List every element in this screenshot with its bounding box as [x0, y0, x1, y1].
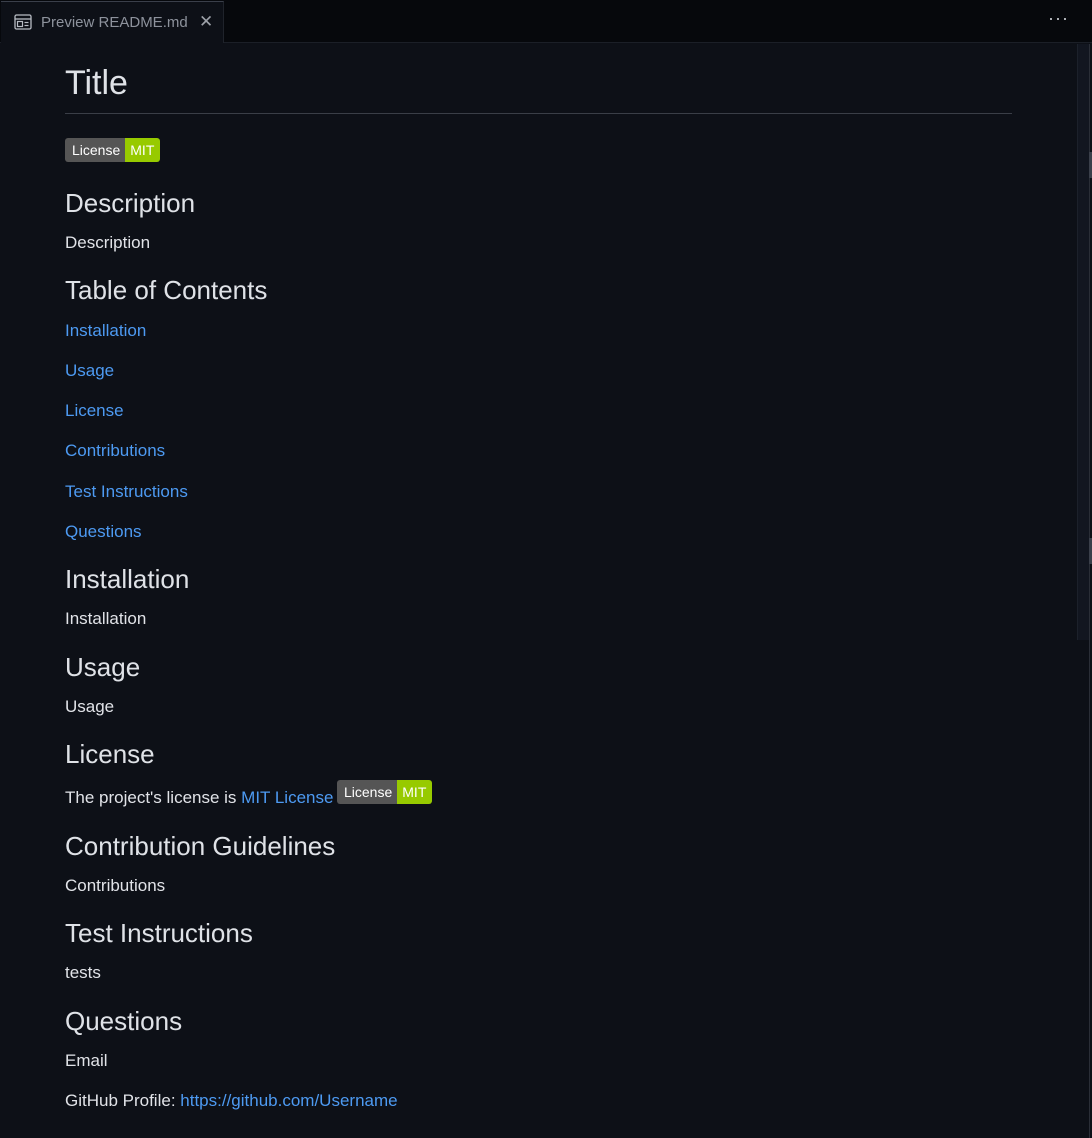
heading-questions: Questions — [65, 1006, 183, 1036]
scrollbar-thumb[interactable] — [1077, 44, 1089, 640]
email-text: Email — [65, 1051, 108, 1070]
toc-link-usage[interactable]: Usage — [65, 361, 114, 381]
heading-test-instructions: Test Instructions — [65, 918, 253, 948]
github-profile-link[interactable]: https://github.com/Username — [180, 1091, 397, 1110]
badge-value: MIT — [125, 138, 161, 162]
badge-label: License — [65, 138, 126, 162]
github-profile-text: GitHub Profile: https://github.com/Usern… — [65, 1091, 398, 1111]
toc-link-contributions[interactable]: Contributions — [65, 441, 165, 461]
heading-contribution-guidelines: Contribution Guidelines — [65, 831, 336, 861]
installation-text: Installation — [65, 609, 147, 628]
toc-link-license[interactable]: License — [65, 401, 124, 421]
tab-bar: Preview README.md ✕ ··· — [0, 0, 1092, 43]
badge-value: MIT — [397, 780, 433, 804]
toc-link-installation[interactable]: Installation — [65, 321, 146, 341]
heading-license: License — [65, 739, 155, 769]
toc-link-test-instructions[interactable]: Test Instructions — [65, 482, 188, 502]
heading-toc: Table of Contents — [65, 275, 268, 305]
toc-link-questions[interactable]: Questions — [65, 522, 142, 542]
tab-preview-readme[interactable]: Preview README.md ✕ — [1, 1, 224, 43]
mit-license-link[interactable]: MIT License — [241, 788, 333, 807]
license-badge-inline: License MIT — [337, 780, 433, 804]
heading-usage: Usage — [65, 652, 141, 682]
editor-border — [1089, 44, 1090, 1138]
more-actions-icon[interactable]: ··· — [1048, 8, 1069, 29]
usage-text: Usage — [65, 697, 115, 716]
license-prefix: The project's license is — [65, 788, 242, 807]
license-text: The project's license is MIT License — [65, 788, 333, 808]
preview-icon — [14, 14, 32, 30]
contributions-text: Contributions — [65, 876, 166, 895]
close-icon[interactable]: ✕ — [199, 13, 213, 31]
tests-text: tests — [65, 963, 101, 982]
badge-label: License — [337, 780, 398, 804]
page-title: Title — [65, 64, 128, 102]
description-text: Description — [65, 233, 151, 252]
github-prefix: GitHub Profile: — [65, 1091, 181, 1110]
heading-installation: Installation — [65, 564, 190, 594]
tab-label: Preview README.md — [41, 14, 188, 31]
license-badge: License MIT — [65, 138, 161, 162]
heading-description: Description — [65, 188, 196, 218]
title-divider — [65, 113, 1012, 114]
